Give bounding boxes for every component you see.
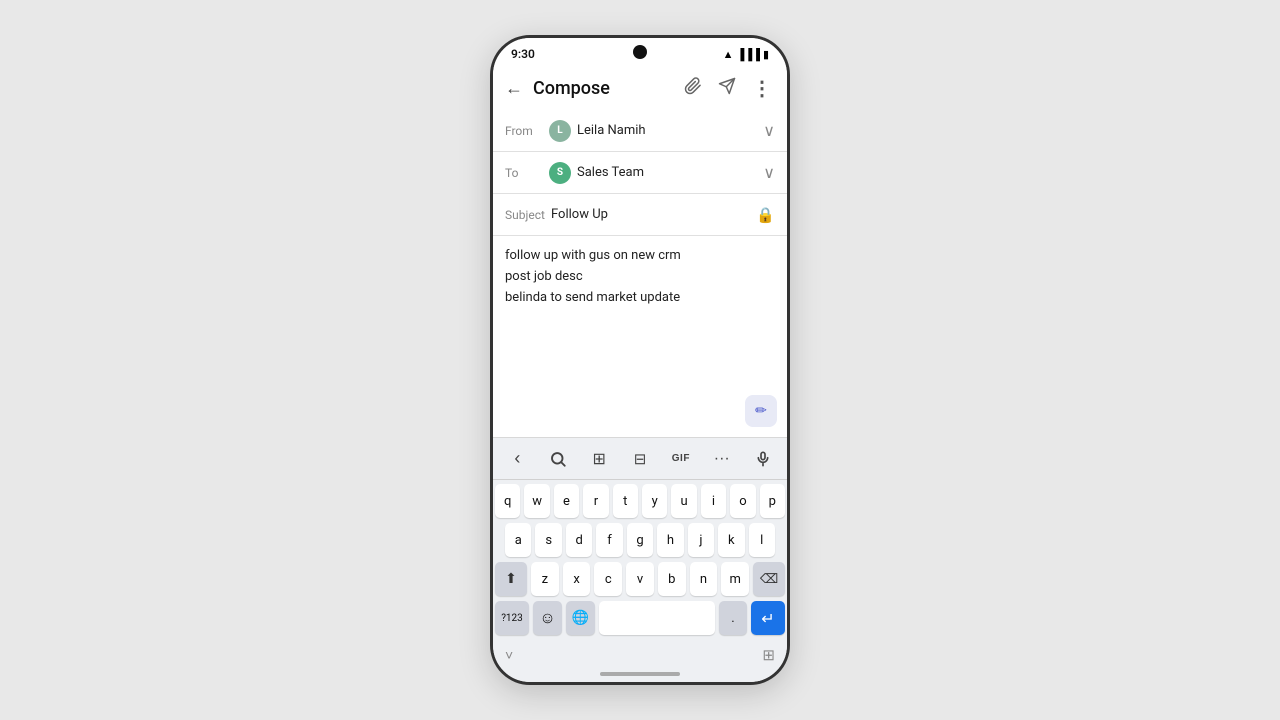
from-label: From xyxy=(505,124,545,138)
from-name: Leila Namih xyxy=(577,123,646,138)
wifi-icon: ▲ xyxy=(723,48,734,61)
body-line3: belinda to send market update xyxy=(505,288,775,309)
keyboard-translate-button[interactable]: ⊞ xyxy=(579,443,620,475)
keyboard-mic-button[interactable] xyxy=(742,443,783,475)
lock-icon: 🔒 xyxy=(756,206,775,224)
key-row-3: ⬆ z x c v b n m ⌫ xyxy=(495,562,785,596)
from-row: From L Leila Namih ∨ xyxy=(493,110,787,152)
from-dropdown-icon[interactable]: ∨ xyxy=(763,121,775,140)
key-k[interactable]: k xyxy=(718,523,744,557)
from-value: L Leila Namih xyxy=(549,120,763,142)
key-w[interactable]: w xyxy=(524,484,549,518)
keyboard-gif-button[interactable]: GIF xyxy=(660,447,701,470)
pencil-star-icon: ✏ xyxy=(755,400,767,422)
key-x[interactable]: x xyxy=(563,562,591,596)
to-avatar-letter: S xyxy=(557,167,563,178)
phone-frame: 9:30 ▲ ▐▐▐ ▮ ← Compose ⋮ From L xyxy=(490,35,790,685)
chevron-down-icon[interactable]: ˅ xyxy=(505,647,513,664)
compose-body: From L Leila Namih ∨ To S Sales Team ∨ S… xyxy=(493,110,787,437)
email-body[interactable]: follow up with gus on new crm post job d… xyxy=(493,236,787,437)
bottom-bar: ˅ ⊞ xyxy=(493,642,787,670)
key-q[interactable]: q xyxy=(495,484,520,518)
from-avatar-letter: L xyxy=(557,125,562,136)
key-s[interactable]: s xyxy=(535,523,561,557)
status-icons: ▲ ▐▐▐ ▮ xyxy=(723,48,769,61)
shift-key[interactable]: ⬆ xyxy=(495,562,527,596)
more-icon[interactable]: ⋮ xyxy=(748,72,777,104)
key-z[interactable]: z xyxy=(531,562,559,596)
key-o[interactable]: o xyxy=(730,484,755,518)
attach-icon[interactable] xyxy=(680,73,706,103)
keyboard: q w e r t y u i o p a s d f g h j k l ⬆ … xyxy=(493,479,787,642)
key-i[interactable]: i xyxy=(701,484,726,518)
key-t[interactable]: t xyxy=(613,484,638,518)
subject-value[interactable]: Follow Up xyxy=(551,207,756,222)
body-line2: post job desc xyxy=(505,267,775,288)
battery-icon: ▮ xyxy=(763,48,769,61)
emoji-key[interactable]: ☺ xyxy=(533,601,562,635)
key-row-2: a s d f g h j k l xyxy=(495,523,785,557)
key-b[interactable]: b xyxy=(658,562,686,596)
space-key[interactable] xyxy=(599,601,715,635)
toolbar-icons: ⋮ xyxy=(680,72,777,104)
key-c[interactable]: c xyxy=(594,562,622,596)
key-r[interactable]: r xyxy=(583,484,608,518)
from-avatar: L xyxy=(549,120,571,142)
num-key[interactable]: ?123 xyxy=(495,601,529,635)
to-label: To xyxy=(505,166,545,180)
key-a[interactable]: a xyxy=(505,523,531,557)
keyboard-clipboard-button[interactable]: ⊟ xyxy=(620,444,661,474)
camera-notch xyxy=(633,45,647,59)
subject-label: Subject xyxy=(505,208,551,222)
key-n[interactable]: n xyxy=(690,562,718,596)
ai-assist-button[interactable]: ✏ xyxy=(745,395,777,427)
key-d[interactable]: d xyxy=(566,523,592,557)
keyboard-search-button[interactable] xyxy=(538,444,579,474)
key-h[interactable]: h xyxy=(657,523,683,557)
keyboard-more-button[interactable]: ··· xyxy=(701,444,742,474)
key-p[interactable]: p xyxy=(760,484,785,518)
key-g[interactable]: g xyxy=(627,523,653,557)
to-avatar: S xyxy=(549,162,571,184)
key-row-1: q w e r t y u i o p xyxy=(495,484,785,518)
keyboard-toolbar: ‹ ⊞ ⊟ GIF ··· xyxy=(493,437,787,479)
key-m[interactable]: m xyxy=(721,562,749,596)
to-dropdown-icon[interactable]: ∨ xyxy=(763,163,775,182)
globe-key[interactable]: 🌐 xyxy=(566,601,595,635)
key-v[interactable]: v xyxy=(626,562,654,596)
enter-key[interactable]: ↵ xyxy=(751,601,785,635)
keyboard-back-button[interactable]: ‹ xyxy=(497,442,538,475)
key-e[interactable]: e xyxy=(554,484,579,518)
body-line1: follow up with gus on new crm xyxy=(505,246,775,267)
to-row: To S Sales Team ∨ xyxy=(493,152,787,194)
home-bar-container xyxy=(493,670,787,682)
send-icon[interactable] xyxy=(714,73,740,103)
app-bar: ← Compose ⋮ xyxy=(493,66,787,110)
home-bar xyxy=(600,672,680,676)
grid-icon[interactable]: ⊞ xyxy=(762,646,775,664)
key-y[interactable]: y xyxy=(642,484,667,518)
compose-title: Compose xyxy=(529,78,680,99)
delete-key[interactable]: ⌫ xyxy=(753,562,785,596)
period-key[interactable]: . xyxy=(719,601,747,635)
back-button[interactable]: ← xyxy=(499,72,529,105)
status-bar: 9:30 ▲ ▐▐▐ ▮ xyxy=(493,38,787,66)
key-row-bottom: ?123 ☺ 🌐 . ↵ xyxy=(495,601,785,635)
key-j[interactable]: j xyxy=(688,523,714,557)
key-u[interactable]: u xyxy=(671,484,696,518)
key-l[interactable]: l xyxy=(749,523,775,557)
key-f[interactable]: f xyxy=(596,523,622,557)
to-name: Sales Team xyxy=(577,165,644,180)
signal-icon: ▐▐▐ xyxy=(737,48,760,61)
status-time: 9:30 xyxy=(511,47,535,61)
subject-row: Subject Follow Up 🔒 xyxy=(493,194,787,236)
to-value: S Sales Team xyxy=(549,162,763,184)
